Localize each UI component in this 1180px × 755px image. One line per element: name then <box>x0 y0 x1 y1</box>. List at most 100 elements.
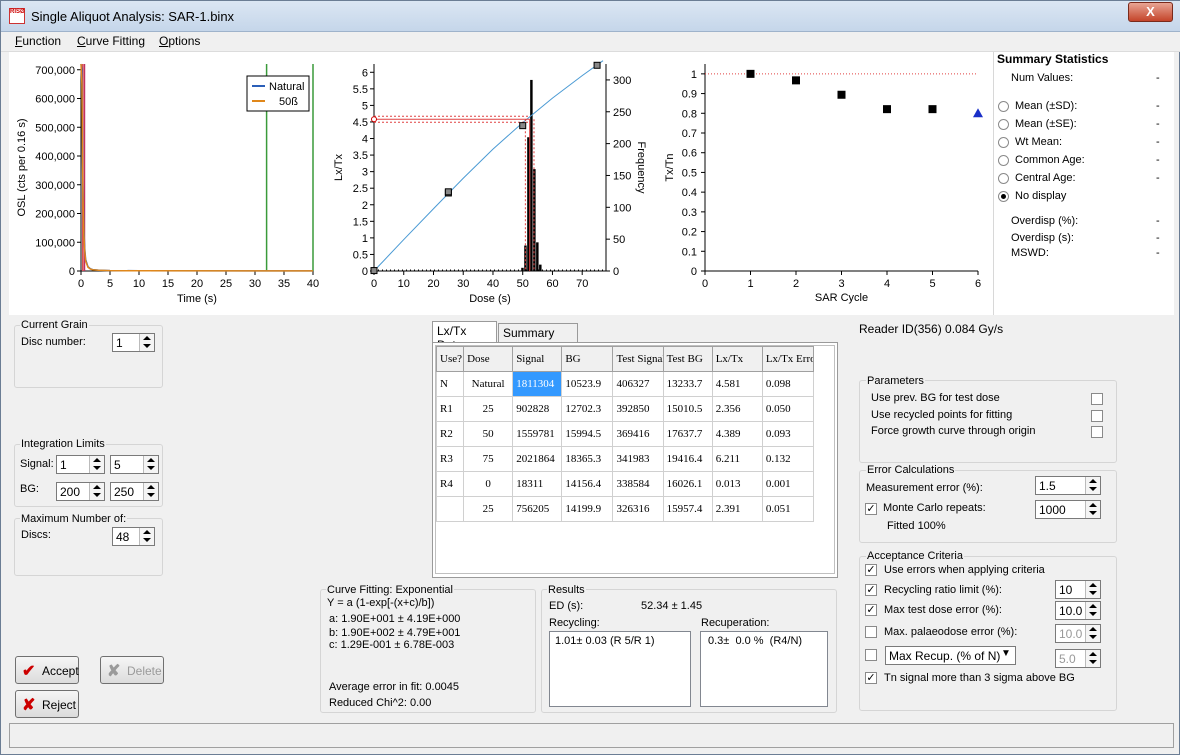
table-cell[interactable]: 0.013 <box>711 471 763 497</box>
table-cell[interactable]: 17637.7 <box>662 421 713 447</box>
table-cell[interactable]: 4.389 <box>711 421 763 447</box>
spinner-arrows-icon[interactable] <box>139 334 154 351</box>
table-cell[interactable]: 2.356 <box>711 396 763 422</box>
table-cell[interactable]: 0.001 <box>761 471 815 497</box>
spinner-arrows-icon[interactable] <box>1085 625 1100 642</box>
table-row[interactable]: 25 756205 14199.9 326316 15957.4 2.391 0.051 <box>435 496 815 522</box>
summary-radio-3[interactable] <box>998 155 1009 166</box>
table-cell[interactable]: 75 <box>463 446 514 472</box>
table-cell[interactable]: 6.211 <box>711 446 763 472</box>
table-row[interactable]: R3 75 2021864 18365.3 341983 19416.4 6.211 0.13… <box>435 446 815 472</box>
table-cell[interactable]: 341983 <box>612 446 664 472</box>
table-cell[interactable]: 392850 <box>612 396 664 422</box>
summary-radio-4[interactable] <box>998 173 1009 184</box>
table-cell[interactable]: 2021864 <box>512 446 563 472</box>
table-cell[interactable]: Natural <box>463 371 514 397</box>
table-cell[interactable]: 12702.3 <box>561 396 614 422</box>
table-cell[interactable]: 0.132 <box>761 446 815 472</box>
tn-signal-checkbox[interactable]: ✓ <box>865 672 877 684</box>
table-cell[interactable]: 1559781 <box>512 421 563 447</box>
table-cell[interactable]: 0 <box>463 471 514 497</box>
recycling-limit-spinner[interactable]: 10 <box>1055 580 1101 599</box>
table-cell[interactable]: 16026.1 <box>662 471 713 497</box>
table-cell[interactable]: R1 <box>435 396 465 422</box>
table-cell[interactable]: 4.581 <box>711 371 763 397</box>
spinner-arrows-icon[interactable] <box>143 456 158 473</box>
table-cell[interactable]: 756205 <box>512 496 563 522</box>
column-header[interactable]: Lx/Tx <box>711 346 763 372</box>
recycling-limit-checkbox[interactable]: ✓ <box>865 584 877 596</box>
table-cell[interactable]: 25 <box>463 496 514 522</box>
summary-radio-5[interactable] <box>998 191 1009 202</box>
table-cell[interactable]: 406327 <box>612 371 664 397</box>
bg-to-spinner[interactable]: 250 <box>110 482 159 501</box>
signal-from-spinner[interactable]: 1 <box>56 455 105 474</box>
spinner-arrows-icon[interactable] <box>139 528 154 545</box>
summary-radio-1[interactable] <box>998 119 1009 130</box>
spinner-arrows-icon[interactable] <box>89 483 104 500</box>
max-palaeodose-spinner[interactable]: 10.0 <box>1055 624 1101 643</box>
table-cell[interactable]: 0.051 <box>761 496 815 522</box>
accept-button[interactable]: ✔ Accept <box>15 656 79 684</box>
column-header[interactable]: Use? <box>435 346 465 372</box>
table-row[interactable]: R2 50 1559781 15994.5 369416 17637.7 4.389 0.09… <box>435 421 815 447</box>
spinner-arrows-icon[interactable] <box>143 483 158 500</box>
max-recup-select[interactable]: Max Recup. (% of N) ▼ <box>885 646 1016 665</box>
menu-options[interactable]: Options <box>159 34 200 48</box>
table-cell[interactable]: 2.391 <box>711 496 763 522</box>
column-header[interactable]: Test BG <box>662 346 713 372</box>
spinner-arrows-icon[interactable] <box>1085 477 1100 494</box>
table-cell[interactable]: 18311 <box>512 471 563 497</box>
table-cell[interactable]: 19416.4 <box>662 446 713 472</box>
max-discs-spinner[interactable]: 48 <box>112 527 155 546</box>
table-cell[interactable]: 0.098 <box>761 371 815 397</box>
table-cell[interactable] <box>435 496 465 522</box>
column-header[interactable]: Dose <box>463 346 514 372</box>
spinner-arrows-icon[interactable] <box>1085 650 1100 667</box>
table-cell[interactable]: 15010.5 <box>662 396 713 422</box>
tab-lxtx-data[interactable]: Lx/Tx Data <box>432 321 497 352</box>
max-recup-checkbox[interactable] <box>865 649 877 661</box>
tab-summary-data[interactable]: Summary Data <box>498 323 578 354</box>
max-recup-spinner[interactable]: 5.0 <box>1055 649 1101 668</box>
table-cell[interactable]: R4 <box>435 471 465 497</box>
menu-curve-fitting[interactable]: Curve Fitting <box>77 34 145 48</box>
max-test-dose-checkbox[interactable]: ✓ <box>865 604 877 616</box>
summary-radio-2[interactable] <box>998 137 1009 148</box>
max-palaeodose-checkbox[interactable] <box>865 626 877 638</box>
bg-from-spinner[interactable]: 200 <box>56 482 105 501</box>
table-cell[interactable]: 369416 <box>612 421 664 447</box>
spinner-arrows-icon[interactable] <box>1085 501 1100 518</box>
table-cell[interactable]: 0.050 <box>761 396 815 422</box>
table-cell[interactable]: 18365.3 <box>561 446 614 472</box>
table-cell[interactable]: 1811304 <box>512 371 563 397</box>
table-cell[interactable]: 326316 <box>612 496 664 522</box>
table-cell[interactable]: 0.093 <box>761 421 815 447</box>
table-cell[interactable]: 13233.7 <box>662 371 713 397</box>
column-header[interactable]: Lx/Tx Error <box>761 346 815 372</box>
measurement-error-spinner[interactable]: 1.5 <box>1035 476 1101 495</box>
table-cell[interactable]: 338584 <box>612 471 664 497</box>
spinner-arrows-icon[interactable] <box>1085 581 1100 598</box>
menu-function[interactable]: Function <box>15 34 61 48</box>
column-header[interactable]: Test Signal <box>612 346 664 372</box>
param-prev-bg-checkbox[interactable] <box>1091 393 1103 405</box>
table-row[interactable]: N Natural 1811304 10523.9 406327 13233.7 4.581… <box>435 371 815 397</box>
table-cell[interactable]: 15957.4 <box>662 496 713 522</box>
use-errors-checkbox[interactable]: ✓ <box>865 564 877 576</box>
spinner-arrows-icon[interactable] <box>89 456 104 473</box>
table-cell[interactable]: 25 <box>463 396 514 422</box>
param-origin-checkbox[interactable] <box>1091 426 1103 438</box>
monte-carlo-checkbox[interactable]: ✓ <box>865 503 877 515</box>
delete-button[interactable]: ✘ Delete <box>100 656 164 684</box>
table-row[interactable]: R4 0 18311 14156.4 338584 16026.1 0.013 0.001 <box>435 471 815 497</box>
table-row[interactable]: R1 25 902828 12702.3 392850 15010.5 2.356 0.050 <box>435 396 815 422</box>
monte-carlo-spinner[interactable]: 1000 <box>1035 500 1101 519</box>
param-recycled-checkbox[interactable] <box>1091 410 1103 422</box>
table-cell[interactable]: R3 <box>435 446 465 472</box>
summary-radio-0[interactable] <box>998 101 1009 112</box>
table-cell[interactable]: 50 <box>463 421 514 447</box>
table-cell[interactable]: 10523.9 <box>561 371 614 397</box>
signal-to-spinner[interactable]: 5 <box>110 455 159 474</box>
table-cell[interactable]: 14156.4 <box>561 471 614 497</box>
